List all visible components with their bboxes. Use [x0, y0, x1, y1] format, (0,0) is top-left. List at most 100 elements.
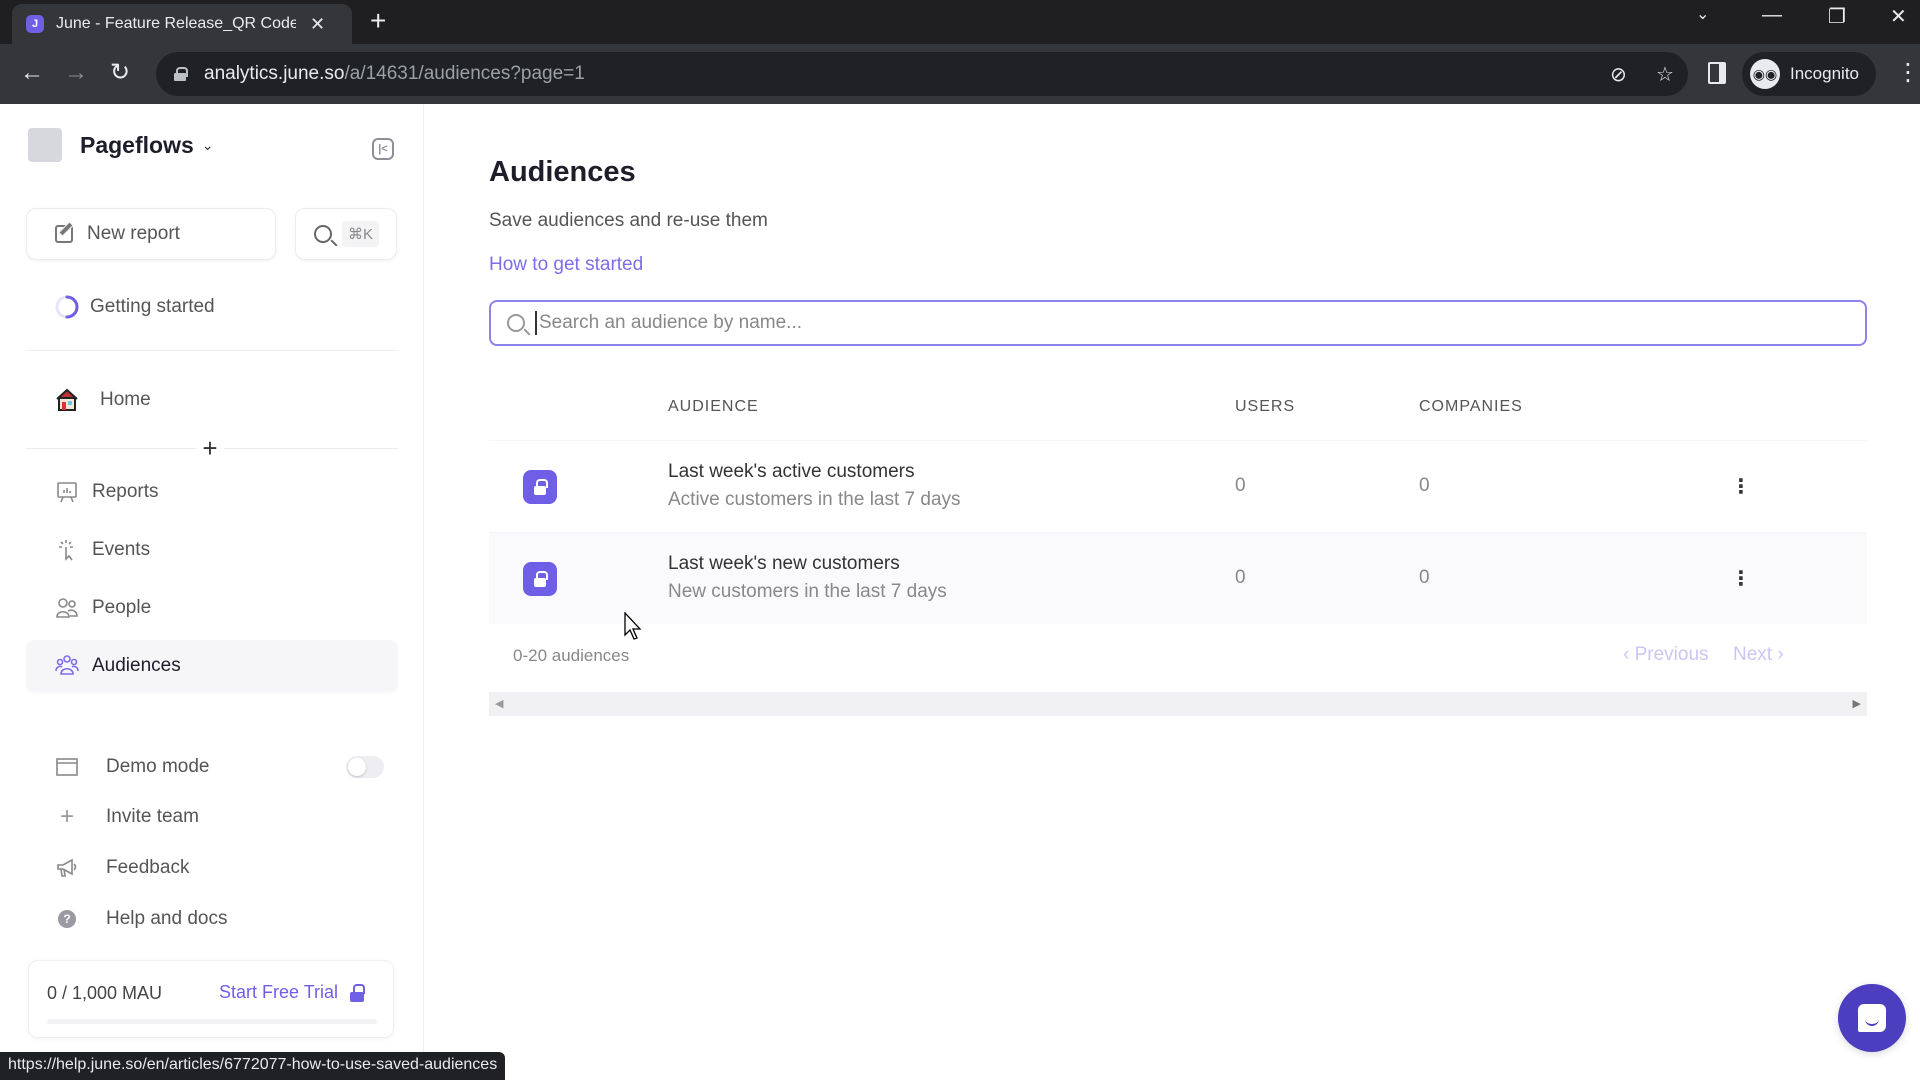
start-free-trial-link[interactable]: Start Free Trial [219, 982, 366, 1003]
close-tab-icon[interactable]: ✕ [310, 14, 325, 35]
sidebar-item-home[interactable]: Home [26, 374, 398, 426]
search-icon [314, 225, 332, 243]
sidebar-item-label: Reports [92, 481, 159, 502]
svg-text:?: ? [63, 912, 70, 926]
workspace-switcher[interactable]: Pageflows ⌄ [28, 128, 214, 162]
june-favicon-icon: J [26, 15, 44, 33]
incognito-profile-button[interactable]: ◉◉ Incognito [1742, 52, 1876, 96]
audiences-table: AUDIENCE USERS COMPANIES Last week's act… [489, 370, 1867, 716]
incognito-icon: ◉◉ [1750, 59, 1780, 89]
table-row[interactable]: Last week's new customers New customers … [489, 532, 1867, 624]
sidebar-item-help[interactable]: ? Help and docs [54, 899, 227, 939]
how-to-get-started-link[interactable]: How to get started [489, 254, 643, 276]
mau-usage-card: 0 / 1,000 MAU Start Free Trial [28, 960, 394, 1038]
shortcut-hint: ⌘K [342, 221, 380, 247]
sidebar-item-label: People [92, 597, 152, 618]
previous-page-button[interactable]: ‹ Previous [1623, 644, 1709, 666]
edit-icon [55, 225, 73, 243]
sidebar-item-label: Help and docs [106, 908, 228, 929]
new-report-button[interactable]: New report [26, 208, 276, 260]
audiences-icon [54, 653, 80, 679]
url-bar[interactable]: analytics.june.so/a/14631/audiences?page… [156, 52, 1688, 96]
forward-button[interactable]: → [64, 58, 88, 88]
side-panel-icon[interactable] [1708, 62, 1726, 84]
sidebar-item-label: Invite team [106, 806, 199, 827]
audience-search-input[interactable] [535, 311, 1835, 335]
sidebar-item-feedback[interactable]: Feedback [54, 848, 189, 888]
page-title: Audiences [489, 156, 636, 188]
getting-started-item[interactable]: Getting started [54, 294, 215, 320]
back-button[interactable]: ← [20, 58, 44, 88]
column-header-companies[interactable]: COMPANIES [1419, 398, 1523, 416]
mau-progress-bar [47, 1019, 377, 1024]
audience-description: New customers in the last 7 days [668, 581, 947, 602]
address-bar-row: ← → ↻ analytics.june.so/a/14631/audience… [0, 44, 1920, 104]
audience-name: Last week's active customers [668, 461, 915, 482]
house-icon [54, 387, 80, 413]
eye-off-icon[interactable]: ⊘ [1610, 62, 1627, 87]
audience-search-box[interactable] [489, 300, 1867, 346]
column-header-users[interactable]: USERS [1235, 398, 1295, 416]
horizontal-scrollbar[interactable]: ◀ ▶ [489, 692, 1867, 716]
search-button[interactable]: ⌘K [295, 208, 397, 260]
restore-button[interactable]: ❐ [1828, 4, 1846, 29]
browser-menu-icon[interactable]: ⋮ [1896, 58, 1920, 87]
reports-icon [54, 479, 80, 505]
bookmark-star-icon[interactable]: ☆ [1656, 62, 1674, 87]
more-options-icon[interactable]: ⋮ [1731, 563, 1751, 593]
minimize-button[interactable]: — [1762, 4, 1782, 27]
sidebar-item-label: Events [92, 539, 151, 560]
add-section-button[interactable]: + [196, 434, 224, 462]
more-options-icon[interactable]: ⋮ [1731, 471, 1751, 501]
workspace-name: Pageflows [80, 131, 194, 158]
sidebar-item-demo-mode[interactable]: Demo mode [54, 747, 210, 787]
scroll-left-arrow-icon[interactable]: ◀ [495, 697, 503, 710]
sidebar-item-invite-team[interactable]: + Invite team [54, 797, 199, 837]
demo-mode-toggle[interactable] [346, 756, 384, 778]
url-path: /a/14631/audiences?page=1 [344, 63, 585, 84]
table-footer: 0-20 audiences ‹ Previous Next › [489, 624, 1867, 684]
tab-title: June - Feature Release_QR Code [56, 15, 296, 32]
column-header-audience[interactable]: AUDIENCE [668, 398, 759, 416]
events-icon [54, 537, 80, 563]
megaphone-icon [54, 855, 80, 881]
sidebar-item-label: Demo mode [106, 756, 210, 777]
scroll-right-arrow-icon[interactable]: ▶ [1853, 697, 1861, 710]
page-subtitle: Save audiences and re-use them [489, 210, 768, 231]
new-report-label: New report [87, 223, 180, 244]
audience-description: Active customers in the last 7 days [668, 489, 961, 510]
table-header: AUDIENCE USERS COMPANIES [489, 370, 1867, 440]
next-page-button[interactable]: Next › [1733, 644, 1784, 666]
link-status-bar: https://help.june.so/en/articles/6772077… [0, 1052, 506, 1080]
sidebar: Pageflows ⌄ |< New report ⌘K Getting sta… [0, 104, 424, 1080]
profile-label: Incognito [1790, 64, 1859, 83]
users-count: 0 [1235, 567, 1246, 588]
home-label: Home [100, 389, 151, 410]
plus-icon: + [59, 803, 74, 830]
close-window-button[interactable]: ✕ [1890, 4, 1907, 29]
browser-tab[interactable]: J June - Feature Release_QR Code ✕ [12, 4, 352, 44]
collapse-sidebar-icon[interactable]: |< [372, 138, 394, 160]
workspace-logo [28, 128, 62, 162]
users-count: 0 [1235, 475, 1246, 496]
help-icon: ? [54, 906, 80, 932]
reload-button[interactable]: ↻ [110, 58, 130, 88]
sidebar-item-people[interactable]: People [26, 582, 398, 634]
mouse-cursor-icon [624, 612, 642, 640]
divider [26, 350, 398, 351]
table-row[interactable]: Last week's active customers Active cust… [489, 440, 1867, 532]
new-tab-button[interactable]: + [370, 6, 386, 36]
sidebar-item-events[interactable]: Events [26, 524, 398, 576]
tab-search-icon[interactable]: ⌄ [1696, 4, 1709, 24]
sidebar-item-audiences[interactable]: Audiences [26, 640, 398, 692]
people-icon [54, 595, 80, 621]
support-chat-button[interactable] [1838, 984, 1906, 1052]
secure-lock-icon [174, 67, 188, 81]
sidebar-item-reports[interactable]: Reports [26, 466, 398, 518]
lock-icon [350, 983, 366, 1002]
sidebar-item-label: Feedback [106, 857, 190, 878]
mau-count: 0 / 1,000 MAU [47, 983, 163, 1003]
window-icon [54, 754, 80, 780]
sidebar-item-label: Audiences [92, 655, 181, 676]
locked-audience-icon [523, 562, 557, 596]
